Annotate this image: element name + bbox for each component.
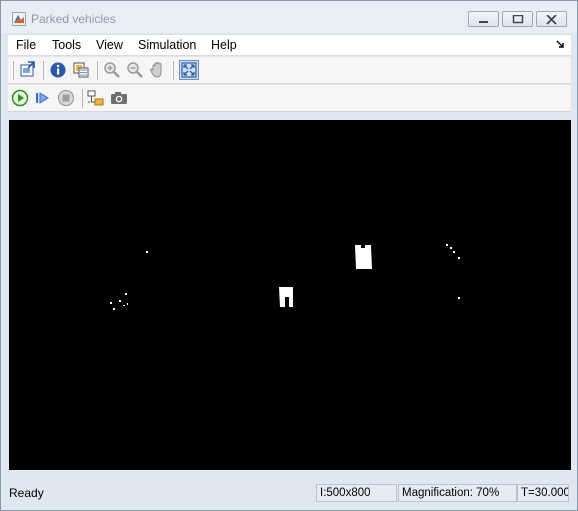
zoom-out-button[interactable] [125, 60, 145, 80]
status-text: Ready [9, 486, 44, 500]
minimize-icon [479, 21, 488, 23]
minimize-button[interactable] [468, 11, 499, 27]
play-icon [11, 89, 29, 107]
dock-arrow-icon[interactable] [556, 40, 565, 49]
toolbar-separator [43, 61, 44, 80]
toolbar-separator [13, 61, 14, 80]
info-icon [50, 62, 66, 78]
toolbar-separator [82, 89, 83, 108]
window-title: Parked vehicles [31, 12, 116, 26]
export-to-workspace-icon [20, 61, 35, 77]
pixel-region-icon [73, 62, 89, 78]
binary-image [9, 120, 571, 470]
toolbar-separator [173, 61, 174, 80]
menu-file[interactable]: File [16, 38, 36, 52]
step-forward-button[interactable] [33, 88, 53, 108]
maximize-icon [512, 15, 524, 24]
menu-view[interactable]: View [96, 38, 123, 52]
step-forward-icon [36, 92, 49, 104]
fit-to-window-icon [181, 62, 197, 78]
magnification-field: Magnification: 70% [398, 484, 517, 502]
stop-icon [57, 89, 75, 107]
menu-tools[interactable]: Tools [52, 38, 81, 52]
block-diagram-icon [87, 90, 104, 106]
snapshot-button[interactable] [109, 88, 129, 108]
stop-button[interactable] [56, 88, 76, 108]
zoom-in-icon [104, 62, 120, 78]
camera-icon [111, 92, 127, 104]
vehicle-blob [355, 245, 372, 269]
maximize-button[interactable] [502, 11, 533, 27]
hand-icon [149, 61, 162, 78]
image-display[interactable] [9, 120, 571, 470]
image-information-button[interactable] [48, 60, 68, 80]
highlight-block-button[interactable] [86, 88, 106, 108]
title-bar[interactable]: Parked vehicles [1, 1, 577, 33]
fit-to-window-button[interactable] [179, 60, 199, 80]
toolbar-simulation [8, 85, 571, 112]
zoom-in-button[interactable] [102, 60, 122, 80]
close-icon [546, 15, 557, 25]
pan-button[interactable] [148, 60, 168, 80]
close-button[interactable] [536, 11, 567, 27]
export-to-workspace-button[interactable] [18, 60, 38, 80]
pixel-region-button[interactable] [71, 60, 91, 80]
image-size-field: I:500x800 [316, 484, 397, 502]
viewer-window: Parked vehicles File Tools View Simulati… [0, 0, 578, 511]
toolbar-separator [97, 61, 98, 80]
status-bar: Ready I:500x800 Magnification: 70% T=30.… [8, 482, 571, 504]
simulation-time-field: T=30.000 [517, 484, 569, 502]
menu-simulation[interactable]: Simulation [138, 38, 196, 52]
menu-help[interactable]: Help [211, 38, 237, 52]
matlab-app-icon [12, 12, 26, 26]
menu-bar: File Tools View Simulation Help [8, 34, 571, 56]
zoom-out-icon [127, 62, 143, 78]
start-simulation-button[interactable] [10, 88, 30, 108]
toolbar-image [8, 57, 571, 84]
